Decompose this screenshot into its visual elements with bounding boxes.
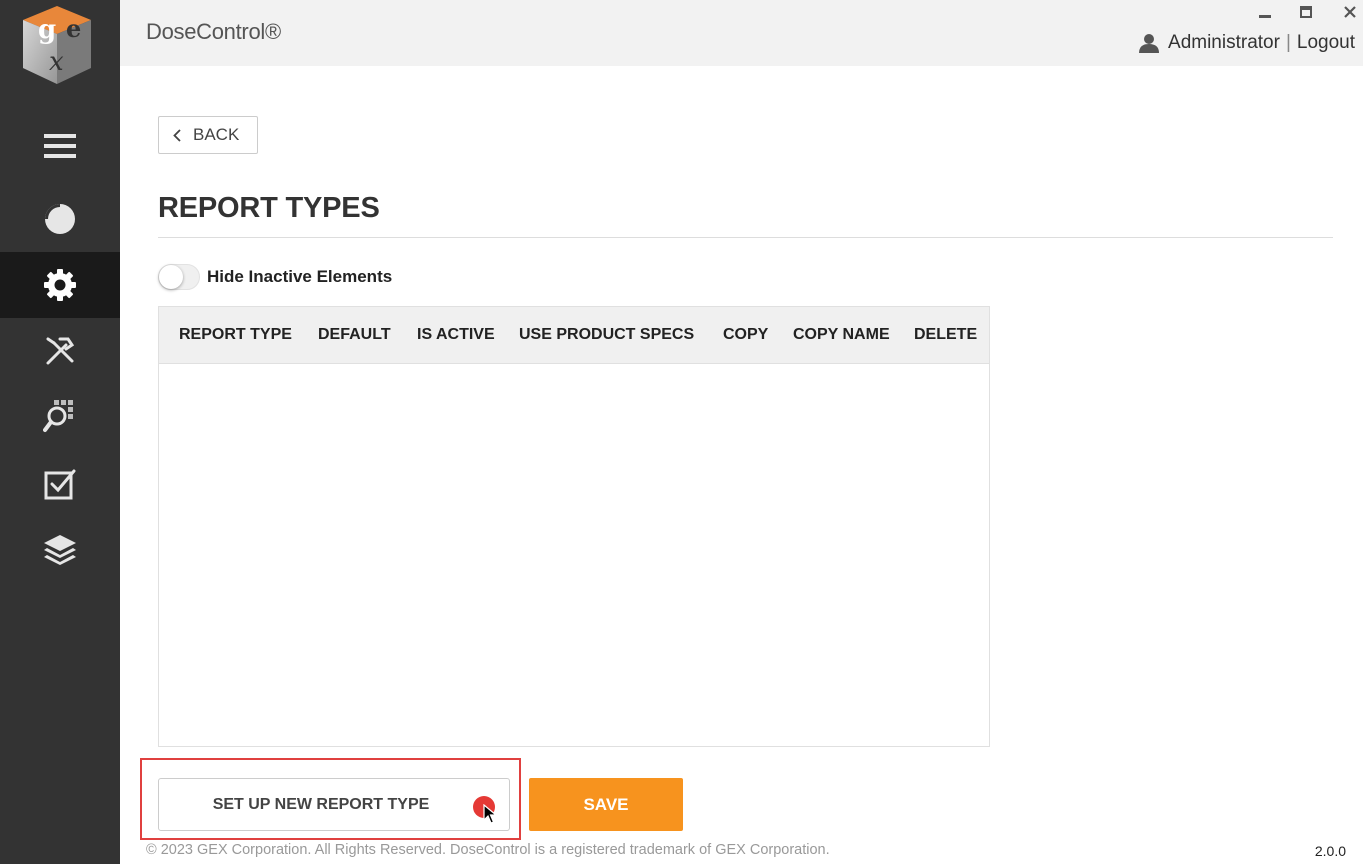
chevron-left-icon: [173, 128, 181, 142]
column-header-is-active[interactable]: IS ACTIVE: [417, 326, 495, 344]
sidebar-item-tools[interactable]: [0, 318, 120, 384]
minimize-button[interactable]: [1253, 4, 1277, 24]
mouse-cursor-icon: [483, 803, 498, 829]
user-icon: [1139, 33, 1160, 53]
user-area: Administrator | Logout: [1139, 30, 1355, 56]
username: Administrator: [1168, 32, 1280, 53]
hamburger-menu-icon: [44, 134, 76, 158]
table-header: REPORT TYPE DEFAULT IS ACTIVE USE PRODUC…: [159, 307, 989, 364]
sidebar-item-dashboard[interactable]: [0, 186, 120, 252]
set-up-new-report-type-label: SET UP NEW REPORT TYPE: [212, 795, 430, 813]
copyright-text: © 2023 GEX Corporation. All Rights Reser…: [146, 842, 830, 858]
maximize-icon: [1300, 5, 1312, 23]
sidebar-item-search[interactable]: [0, 384, 120, 450]
settings-gear-icon: [43, 268, 77, 302]
maximize-button[interactable]: [1294, 4, 1318, 24]
save-button[interactable]: SAVE: [529, 778, 683, 831]
gex-logo: g e x: [0, 0, 120, 92]
sidebar-item-layers[interactable]: [0, 517, 120, 583]
top-bar: DoseControl® Administrator | Logout: [120, 0, 1363, 66]
column-header-use-product-specs[interactable]: USE PRODUCT SPECS: [519, 326, 694, 344]
column-header-copy-name[interactable]: COPY NAME: [793, 326, 890, 344]
hide-inactive-label: Hide Inactive Elements: [207, 267, 393, 286]
sidebar-item-settings[interactable]: [0, 252, 120, 318]
back-button-label: BACK: [193, 125, 240, 144]
logo-letter-g: g: [38, 15, 56, 45]
sidebar-item-checklist[interactable]: [0, 451, 120, 517]
column-header-delete[interactable]: DELETE: [914, 326, 977, 344]
tools-icon: [44, 335, 76, 367]
dashboard-pie-icon: [44, 203, 76, 235]
report-types-table: REPORT TYPE DEFAULT IS ACTIVE USE PRODUC…: [158, 306, 990, 747]
back-button[interactable]: BACK: [158, 116, 258, 154]
set-up-new-report-type-button[interactable]: SET UP NEW REPORT TYPE: [158, 778, 510, 831]
logo-letter-x: x: [49, 47, 64, 77]
logout-link[interactable]: Logout: [1297, 32, 1355, 54]
version-label: 2.0.0: [1314, 843, 1346, 859]
column-header-default[interactable]: DEFAULT: [318, 326, 391, 344]
close-button[interactable]: [1338, 4, 1362, 24]
close-icon: [1344, 5, 1356, 23]
table-body: [159, 364, 989, 746]
minimize-icon: [1259, 5, 1271, 23]
page-title: REPORT TYPES: [158, 192, 380, 224]
user-separator: |: [1285, 32, 1291, 53]
title-divider: [158, 237, 1333, 238]
save-button-label: SAVE: [583, 794, 629, 814]
sidebar: g e x: [0, 0, 120, 864]
search-grid-icon: [43, 400, 77, 434]
column-header-copy[interactable]: COPY: [723, 326, 768, 344]
sidebar-item-menu[interactable]: [0, 113, 120, 179]
logo-letter-e: e: [66, 14, 81, 43]
checkbox-icon: [44, 468, 76, 500]
layers-icon: [43, 534, 77, 566]
toggle-knob: [159, 265, 183, 289]
app-title: DoseControl®: [146, 19, 281, 44]
hide-inactive-toggle[interactable]: [158, 264, 200, 290]
column-header-report-type[interactable]: REPORT TYPE: [179, 326, 292, 344]
